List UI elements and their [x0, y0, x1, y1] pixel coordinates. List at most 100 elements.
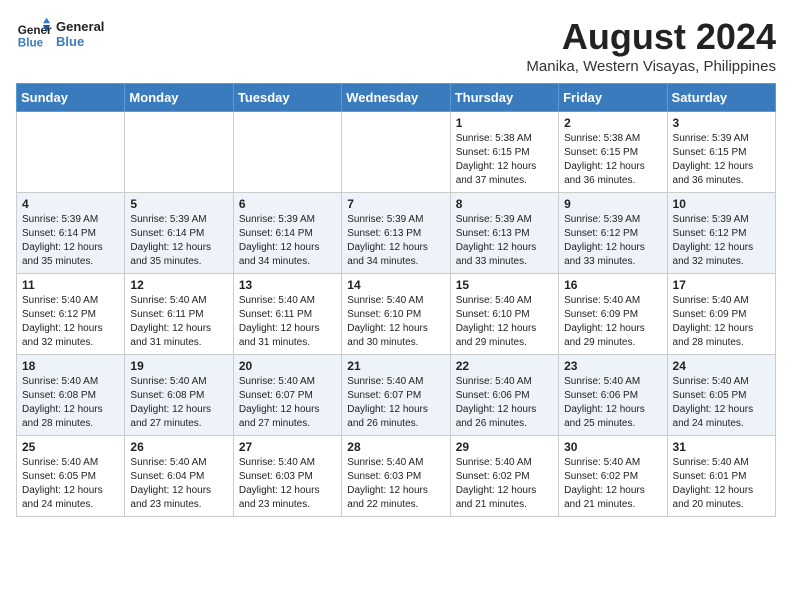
calendar-cell: 3 Sunrise: 5:39 AM Sunset: 6:15 PM Daylig…	[667, 112, 775, 193]
calendar-cell: 18 Sunrise: 5:40 AM Sunset: 6:08 PM Dayli…	[17, 355, 125, 436]
weekday-header-monday: Monday	[125, 84, 233, 112]
calendar-cell	[233, 112, 341, 193]
day-number: 2	[564, 116, 661, 130]
day-number: 21	[347, 359, 444, 373]
day-info: Sunrise: 5:39 AM Sunset: 6:15 PM Dayligh…	[673, 132, 770, 188]
month-year-title: August 2024	[526, 16, 776, 58]
calendar-cell: 14 Sunrise: 5:40 AM Sunset: 6:10 PM Dayli…	[342, 274, 450, 355]
day-number: 13	[239, 278, 336, 292]
day-info: Sunrise: 5:39 AM Sunset: 6:14 PM Dayligh…	[239, 213, 336, 269]
calendar-cell: 19Sunrise: 5:40 AM Sunset: 6:08 PM Dayli…	[125, 355, 233, 436]
calendar-week-3: 11 Sunrise: 5:40 AM Sunset: 6:12 PM Dayli…	[17, 274, 776, 355]
calendar-cell: 4 Sunrise: 5:39 AM Sunset: 6:14 PM Daylig…	[17, 193, 125, 274]
day-info: Sunrise: 5:40 AM Sunset: 6:05 PM Dayligh…	[673, 375, 770, 431]
day-number: 30	[564, 440, 661, 454]
calendar-cell: 8 Sunrise: 5:39 AM Sunset: 6:13 PM Daylig…	[450, 193, 558, 274]
calendar-cell: 31Sunrise: 5:40 AM Sunset: 6:01 PM Dayli…	[667, 436, 775, 517]
weekday-header-saturday: Saturday	[667, 84, 775, 112]
day-number: 6	[239, 197, 336, 211]
weekday-header-thursday: Thursday	[450, 84, 558, 112]
location-subtitle: Manika, Western Visayas, Philippines	[526, 58, 776, 75]
calendar-cell: 2 Sunrise: 5:38 AM Sunset: 6:15 PM Daylig…	[559, 112, 667, 193]
calendar-cell: 1 Sunrise: 5:38 AM Sunset: 6:15 PM Daylig…	[450, 112, 558, 193]
day-info: Sunrise: 5:39 AM Sunset: 6:12 PM Dayligh…	[564, 213, 661, 269]
calendar-cell: 5 Sunrise: 5:39 AM Sunset: 6:14 PM Daylig…	[125, 193, 233, 274]
day-info: Sunrise: 5:40 AM Sunset: 6:04 PM Dayligh…	[130, 456, 227, 512]
calendar-cell: 15 Sunrise: 5:40 AM Sunset: 6:10 PM Dayli…	[450, 274, 558, 355]
calendar-cell: 28Sunrise: 5:40 AM Sunset: 6:03 PM Dayli…	[342, 436, 450, 517]
calendar-cell: 23Sunrise: 5:40 AM Sunset: 6:06 PM Dayli…	[559, 355, 667, 436]
day-number: 11	[22, 278, 119, 292]
day-number: 8	[456, 197, 553, 211]
day-number: 20	[239, 359, 336, 373]
day-info: Sunrise: 5:38 AM Sunset: 6:15 PM Dayligh…	[564, 132, 661, 188]
calendar-cell: 29 Sunrise: 5:40 AM Sunset: 6:02 PM Dayli…	[450, 436, 558, 517]
day-info: Sunrise: 5:39 AM Sunset: 6:14 PM Dayligh…	[22, 213, 119, 269]
logo-blue-text: Blue	[56, 34, 104, 49]
calendar-week-4: 18 Sunrise: 5:40 AM Sunset: 6:08 PM Dayli…	[17, 355, 776, 436]
day-info: Sunrise: 5:40 AM Sunset: 6:10 PM Dayligh…	[347, 294, 444, 350]
day-info: Sunrise: 5:39 AM Sunset: 6:12 PM Dayligh…	[673, 213, 770, 269]
calendar-cell: 12 Sunrise: 5:40 AM Sunset: 6:11 PM Dayli…	[125, 274, 233, 355]
page-header: General Blue General Blue August 2024 Ma…	[16, 16, 776, 75]
day-info: Sunrise: 5:40 AM Sunset: 6:11 PM Dayligh…	[130, 294, 227, 350]
calendar-cell: 10 Sunrise: 5:39 AM Sunset: 6:12 PM Dayli…	[667, 193, 775, 274]
weekday-header-sunday: Sunday	[17, 84, 125, 112]
day-info: Sunrise: 5:40 AM Sunset: 6:06 PM Dayligh…	[564, 375, 661, 431]
day-number: 22	[456, 359, 553, 373]
calendar-header-row: SundayMondayTuesdayWednesdayThursdayFrid…	[17, 84, 776, 112]
calendar-week-1: 1 Sunrise: 5:38 AM Sunset: 6:15 PM Daylig…	[17, 112, 776, 193]
day-info: Sunrise: 5:40 AM Sunset: 6:02 PM Dayligh…	[456, 456, 553, 512]
calendar-week-5: 25Sunrise: 5:40 AM Sunset: 6:05 PM Dayli…	[17, 436, 776, 517]
calendar-cell	[125, 112, 233, 193]
calendar-cell	[342, 112, 450, 193]
calendar-cell: 6 Sunrise: 5:39 AM Sunset: 6:14 PM Daylig…	[233, 193, 341, 274]
day-number: 31	[673, 440, 770, 454]
day-info: Sunrise: 5:40 AM Sunset: 6:10 PM Dayligh…	[456, 294, 553, 350]
day-number: 29	[456, 440, 553, 454]
day-number: 12	[130, 278, 227, 292]
day-info: Sunrise: 5:40 AM Sunset: 6:03 PM Dayligh…	[347, 456, 444, 512]
day-number: 3	[673, 116, 770, 130]
day-number: 18	[22, 359, 119, 373]
calendar-cell: 30Sunrise: 5:40 AM Sunset: 6:02 PM Dayli…	[559, 436, 667, 517]
calendar-cell	[17, 112, 125, 193]
day-number: 1	[456, 116, 553, 130]
day-info: Sunrise: 5:40 AM Sunset: 6:08 PM Dayligh…	[22, 375, 119, 431]
day-info: Sunrise: 5:40 AM Sunset: 6:07 PM Dayligh…	[239, 375, 336, 431]
day-number: 14	[347, 278, 444, 292]
calendar-week-2: 4 Sunrise: 5:39 AM Sunset: 6:14 PM Daylig…	[17, 193, 776, 274]
calendar-cell: 26Sunrise: 5:40 AM Sunset: 6:04 PM Dayli…	[125, 436, 233, 517]
day-info: Sunrise: 5:40 AM Sunset: 6:08 PM Dayligh…	[130, 375, 227, 431]
day-info: Sunrise: 5:40 AM Sunset: 6:07 PM Dayligh…	[347, 375, 444, 431]
weekday-header-tuesday: Tuesday	[233, 84, 341, 112]
logo-general-text: General	[56, 19, 104, 34]
day-number: 4	[22, 197, 119, 211]
day-number: 10	[673, 197, 770, 211]
logo: General Blue General Blue	[16, 16, 104, 52]
calendar-cell: 16Sunrise: 5:40 AM Sunset: 6:09 PM Dayli…	[559, 274, 667, 355]
day-info: Sunrise: 5:38 AM Sunset: 6:15 PM Dayligh…	[456, 132, 553, 188]
title-area: August 2024 Manika, Western Visayas, Phi…	[526, 16, 776, 75]
day-number: 5	[130, 197, 227, 211]
calendar-cell: 13Sunrise: 5:40 AM Sunset: 6:11 PM Dayli…	[233, 274, 341, 355]
calendar-cell: 11 Sunrise: 5:40 AM Sunset: 6:12 PM Dayli…	[17, 274, 125, 355]
day-info: Sunrise: 5:39 AM Sunset: 6:14 PM Dayligh…	[130, 213, 227, 269]
day-number: 15	[456, 278, 553, 292]
calendar-cell: 20 Sunrise: 5:40 AM Sunset: 6:07 PM Dayli…	[233, 355, 341, 436]
calendar-cell: 7Sunrise: 5:39 AM Sunset: 6:13 PM Daylig…	[342, 193, 450, 274]
day-number: 24	[673, 359, 770, 373]
day-info: Sunrise: 5:39 AM Sunset: 6:13 PM Dayligh…	[347, 213, 444, 269]
svg-text:Blue: Blue	[18, 37, 44, 50]
day-info: Sunrise: 5:39 AM Sunset: 6:13 PM Dayligh…	[456, 213, 553, 269]
weekday-header-friday: Friday	[559, 84, 667, 112]
calendar-cell: 24 Sunrise: 5:40 AM Sunset: 6:05 PM Dayli…	[667, 355, 775, 436]
day-number: 27	[239, 440, 336, 454]
day-info: Sunrise: 5:40 AM Sunset: 6:03 PM Dayligh…	[239, 456, 336, 512]
day-number: 25	[22, 440, 119, 454]
day-info: Sunrise: 5:40 AM Sunset: 6:12 PM Dayligh…	[22, 294, 119, 350]
weekday-header-wednesday: Wednesday	[342, 84, 450, 112]
calendar-cell: 27 Sunrise: 5:40 AM Sunset: 6:03 PM Dayli…	[233, 436, 341, 517]
calendar-table: SundayMondayTuesdayWednesdayThursdayFrid…	[16, 83, 776, 517]
day-info: Sunrise: 5:40 AM Sunset: 6:09 PM Dayligh…	[564, 294, 661, 350]
